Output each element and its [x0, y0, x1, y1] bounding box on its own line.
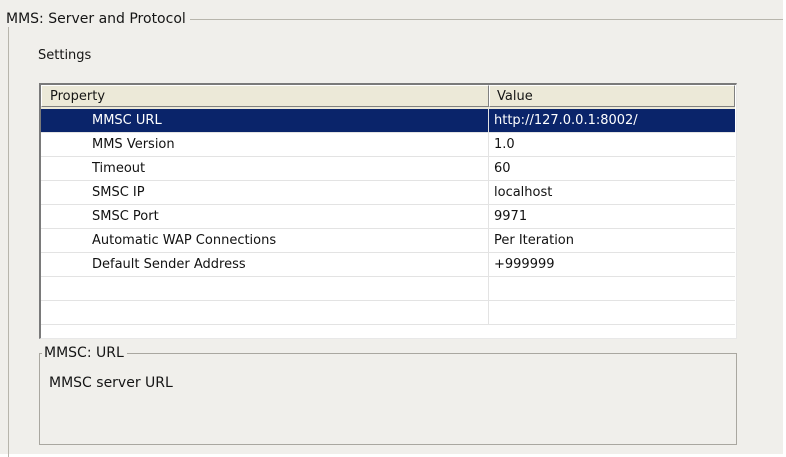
grid-row-timeout[interactable]: Timeout 60 [41, 157, 735, 181]
property-value[interactable]: Per Iteration [489, 229, 735, 252]
property-value[interactable] [489, 301, 735, 324]
property-value[interactable] [489, 277, 735, 300]
property-value[interactable]: 1.0 [489, 133, 735, 156]
grid-row-mms-version[interactable]: MMS Version 1.0 [41, 133, 735, 157]
column-header-value[interactable]: Value [489, 85, 735, 107]
grid-header: Property Value [41, 85, 735, 109]
settings-label: Settings [38, 48, 92, 63]
property-name: MMS Version [41, 133, 489, 156]
description-text: MMSC server URL [49, 375, 173, 391]
property-name [41, 301, 489, 324]
property-value[interactable]: 60 [489, 157, 735, 180]
property-value[interactable]: +999999 [489, 253, 735, 276]
property-value[interactable]: 9971 [489, 205, 735, 228]
property-name [41, 277, 489, 300]
description-groupbox [39, 353, 737, 445]
property-name: SMSC Port [41, 205, 489, 228]
grid-row-default-sender-address[interactable]: Default Sender Address +999999 [41, 253, 735, 277]
grid-row-mmsc-url[interactable]: MMSC URL http://127.0.0.1:8002/ [41, 109, 735, 133]
property-name: MMSC URL [41, 109, 489, 132]
grid-row-automatic-wap-connections[interactable]: Automatic WAP Connections Per Iteration [41, 229, 735, 253]
property-value[interactable]: localhost [489, 181, 735, 204]
column-header-property[interactable]: Property [41, 85, 489, 107]
description-title: MMSC: URL [42, 344, 127, 362]
grid-row-smsc-ip[interactable]: SMSC IP localhost [41, 181, 735, 205]
grid-row-empty[interactable] [41, 301, 735, 325]
grid-row-smsc-port[interactable]: SMSC Port 9971 [41, 205, 735, 229]
property-grid[interactable]: Property Value MMSC URL http://127.0.0.1… [39, 83, 737, 339]
grid-row-empty[interactable] [41, 277, 735, 301]
property-name: Default Sender Address [41, 253, 489, 276]
property-value[interactable]: http://127.0.0.1:8002/ [489, 109, 735, 132]
groupbox-title: MMS: Server and Protocol [4, 11, 190, 27]
property-name: Timeout [41, 157, 489, 180]
property-name: Automatic WAP Connections [41, 229, 489, 252]
property-name: SMSC IP [41, 181, 489, 204]
settings-panel: MMS: Server and Protocol Settings Proper… [0, 0, 786, 457]
